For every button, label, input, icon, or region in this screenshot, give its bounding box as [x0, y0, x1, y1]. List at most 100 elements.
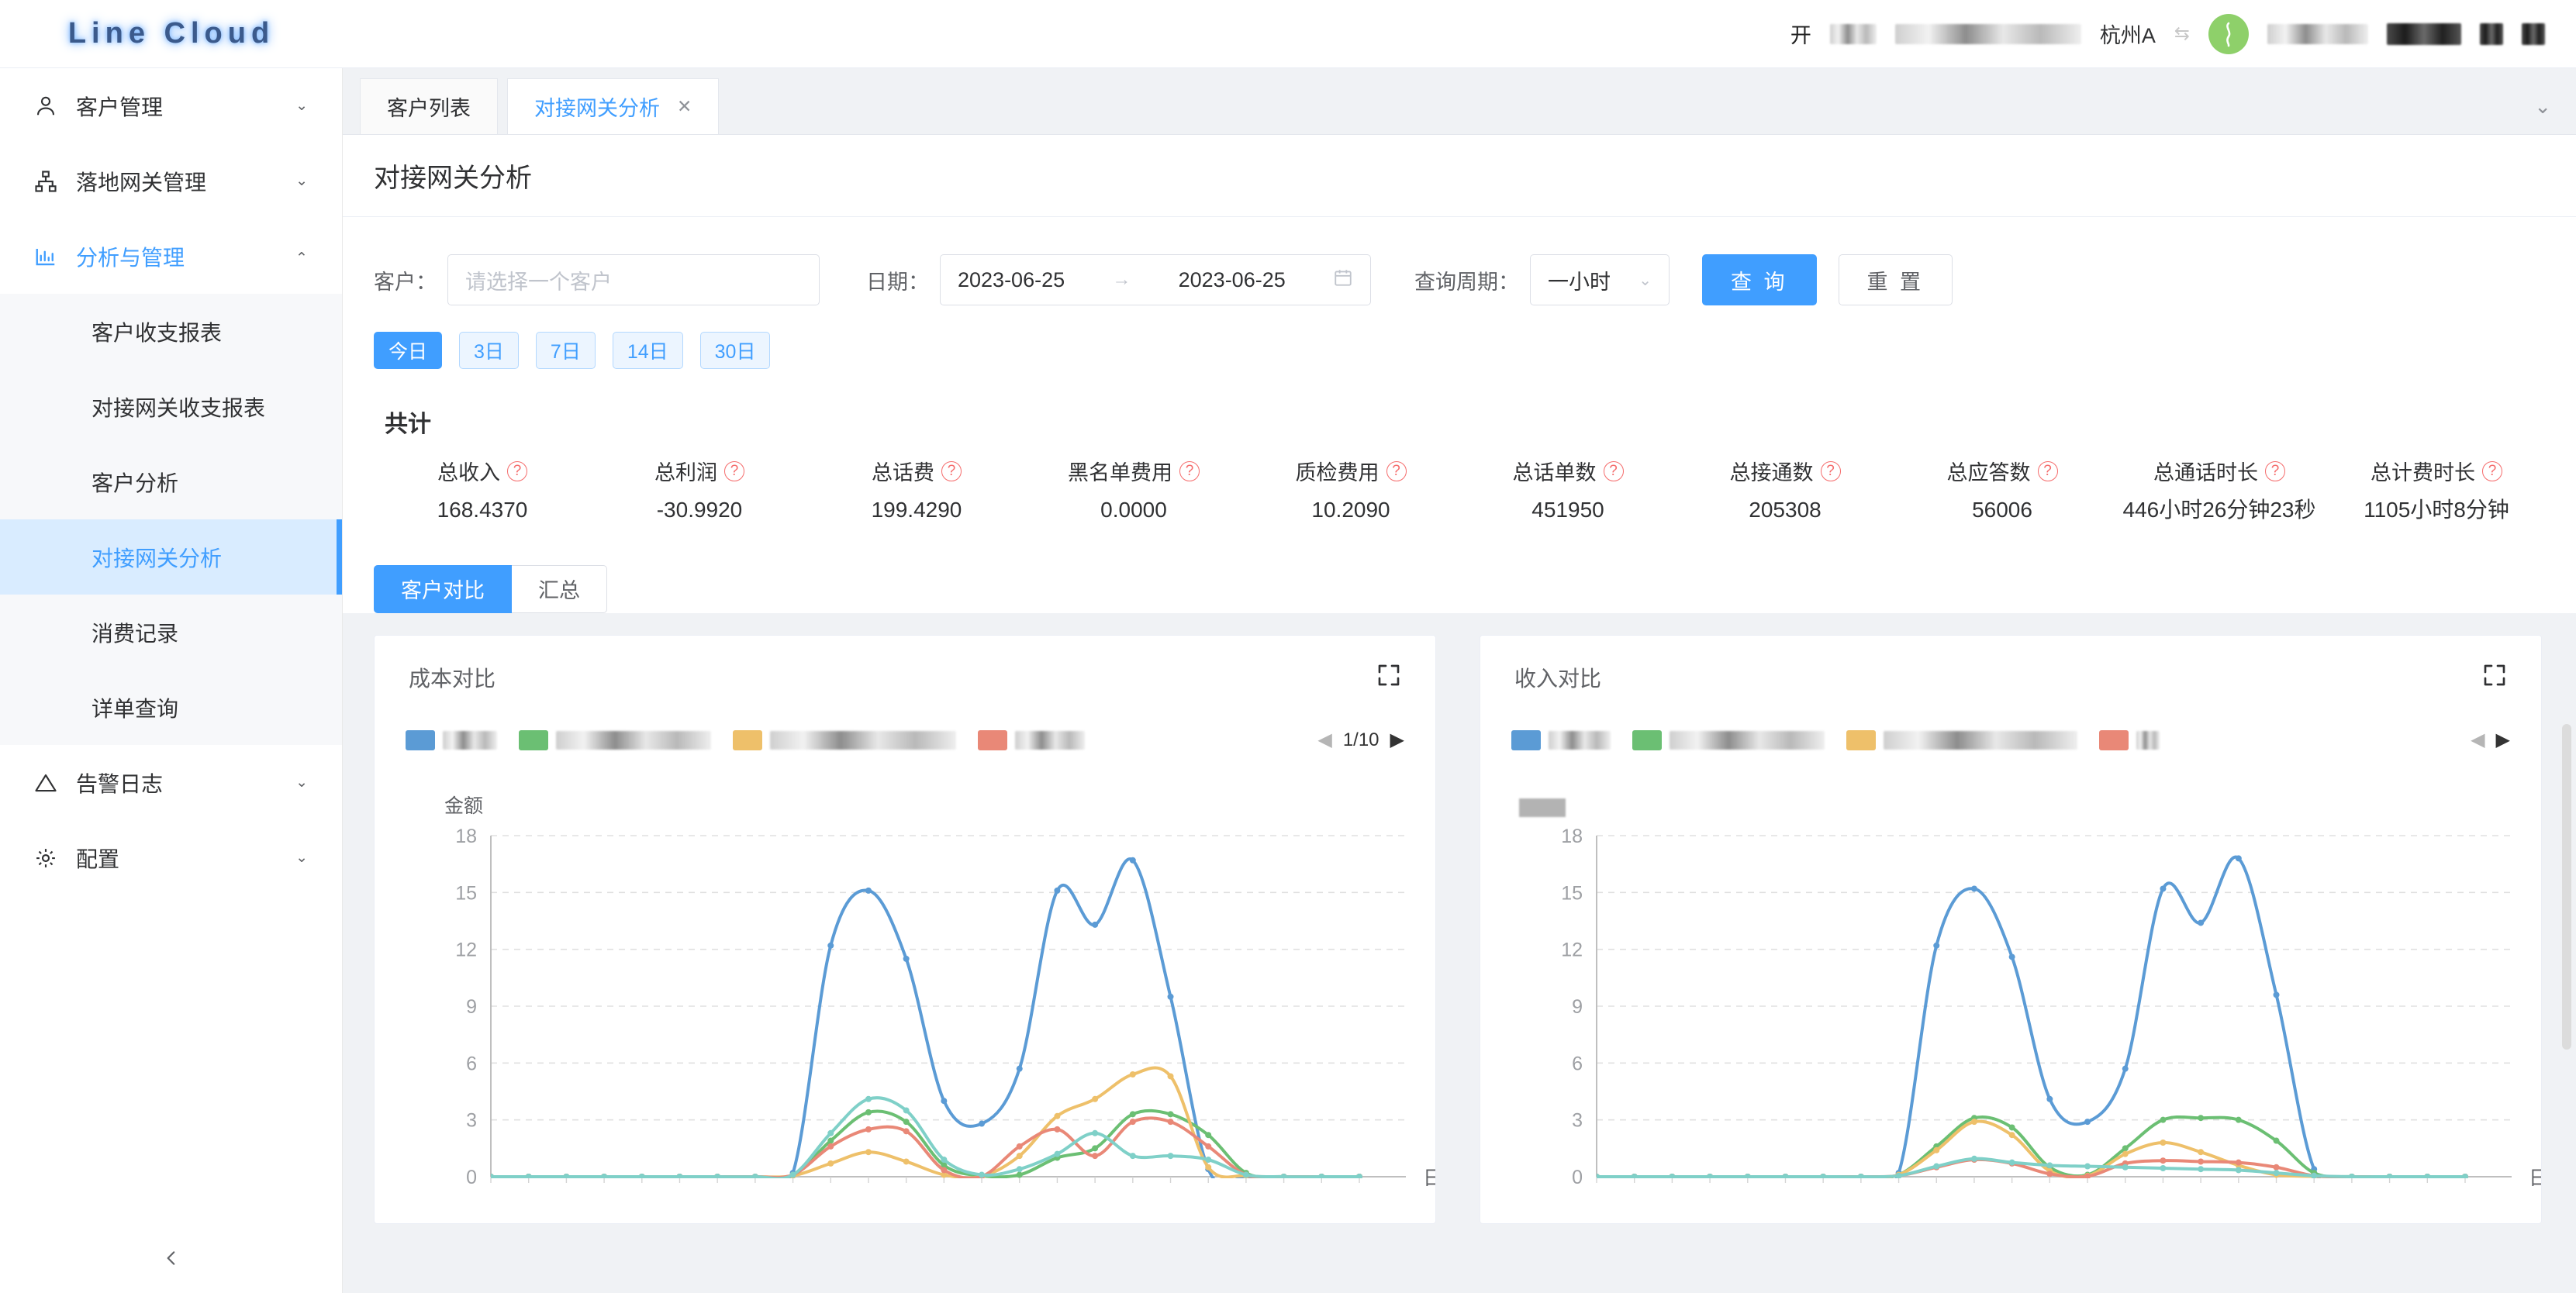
header-redacted-3 [2267, 23, 2368, 44]
sidebar-item-alarm-log[interactable]: 告警日志 ⌄ [0, 745, 342, 820]
legend-prev-button[interactable]: ◀ [2471, 729, 2484, 751]
card-title: 成本对比 [409, 666, 496, 691]
help-icon[interactable]: ? [1179, 460, 1200, 481]
legend-label-redacted [1670, 730, 1825, 750]
legend-prev-button[interactable]: ◀ [1317, 729, 1331, 751]
svg-text:12: 12 [1561, 939, 1583, 960]
legend-next-button[interactable]: ▶ [1390, 729, 1404, 751]
sidebar-item-detail-query[interactable]: 详单查询 [0, 670, 342, 745]
date-start-value[interactable]: 2023-06-25 [958, 268, 1065, 292]
svg-text:15: 15 [455, 882, 477, 904]
sidebar-sublabel: 对接网关收支报表 [92, 395, 266, 420]
period-select[interactable]: 一小时 ⌄ [1530, 254, 1670, 305]
help-icon[interactable]: ? [1386, 460, 1407, 481]
reset-button[interactable]: 重 置 [1838, 254, 1953, 305]
expand-icon[interactable] [2482, 663, 2507, 691]
arrow-right-icon: → [1112, 269, 1131, 290]
quick-range-3d[interactable]: 3日 [459, 332, 519, 369]
sidebar-sublabel: 消费记录 [92, 621, 179, 646]
sidebar-item-consumption-record[interactable]: 消费记录 [0, 595, 342, 670]
legend-item[interactable] [1632, 729, 1825, 750]
quick-range-today[interactable]: 今日 [374, 332, 443, 369]
customer-placeholder: 请选择一个客户 [465, 270, 612, 294]
sidebar-item-landing-gateway-management[interactable]: 落地网关管理 ⌄ [0, 143, 342, 219]
chart-icon [34, 245, 70, 268]
region-selector-label[interactable]: 杭州A [2100, 19, 2156, 49]
close-icon[interactable]: ✕ [677, 96, 692, 117]
legend-label-redacted [443, 730, 497, 750]
help-icon[interactable]: ? [2037, 460, 2058, 481]
quick-range-14d[interactable]: 14日 [612, 332, 683, 369]
page-content: 对接网关分析 客户： 请选择一个客户 日期： 2023-06-25 → 2023… [343, 135, 2576, 1293]
legend-swatch [519, 729, 548, 750]
sidebar-item-customer-analysis[interactable]: 客户分析 [0, 444, 342, 519]
expand-icon[interactable] [1376, 663, 1401, 691]
stat-label: 质检费用? [1242, 456, 1459, 486]
sidebar-item-configuration[interactable]: 配置 ⌄ [0, 820, 342, 895]
stat-value: 1105小时8分钟 [2364, 498, 2509, 522]
help-icon[interactable]: ? [941, 460, 962, 481]
help-icon[interactable]: ? [2265, 460, 2285, 481]
legend-label-redacted [1884, 730, 2077, 750]
legend-item[interactable] [733, 729, 956, 750]
sidebar-item-gateway-income-report[interactable]: 对接网关收支报表 [0, 369, 342, 444]
date-end-value[interactable]: 2023-06-25 [1179, 268, 1286, 292]
legend-item[interactable] [978, 729, 1085, 750]
tab-label: 客户列表 [387, 97, 471, 120]
stat-label: 总应答数? [1894, 456, 2111, 486]
calendar-icon[interactable] [1333, 267, 1353, 293]
stat-label: 总通话时长? [2111, 456, 2328, 486]
query-button[interactable]: 查 询 [1702, 254, 1817, 305]
stats-grid: 总收入? 168.4370 总利润? -30.9920 总话费? 199.4290 黑名单费… [374, 439, 2545, 525]
sidebar-item-customer-income-report[interactable]: 客户收支报表 [0, 294, 342, 369]
swap-icon[interactable]: ⇆ [2174, 22, 2190, 45]
chart-tab-summary[interactable]: 汇总 [512, 564, 607, 613]
date-range-picker[interactable]: 2023-06-25 → 2023-06-25 [940, 254, 1371, 305]
chart-tab-customer-compare[interactable]: 客户对比 [374, 564, 512, 613]
stat-label: 总话单数? [1459, 456, 1676, 486]
help-icon[interactable]: ? [2482, 460, 2502, 481]
sidebar-item-customer-management[interactable]: 客户管理 ⌄ [0, 68, 342, 143]
legend-item[interactable] [406, 729, 497, 750]
sidebar-sublabel: 客户收支报表 [92, 320, 223, 345]
date-filter-label: 日期： [866, 270, 929, 294]
avatar[interactable] [2208, 13, 2249, 54]
help-icon[interactable]: ? [1603, 460, 1624, 481]
sidebar-item-gateway-analysis[interactable]: 对接网关分析 [0, 519, 342, 595]
card-header: 收入对比 [1480, 636, 2541, 719]
chevron-down-icon[interactable]: ⌄ [2534, 95, 2576, 134]
header-user-text: 开 [1790, 24, 1811, 47]
stat-value: 56006 [1972, 498, 2032, 522]
page-scrollbar[interactable] [2562, 724, 2571, 1050]
stat-label-text: 总计费时长 [2371, 461, 2475, 484]
tab-customer-list[interactable]: 客户列表 [360, 78, 498, 134]
period-filter-label: 查询周期： [1414, 270, 1519, 294]
legend-item[interactable] [1511, 729, 1611, 750]
stat-cell: 总通话时长? 446小时26分钟23秒 [2111, 456, 2328, 525]
header-redacted-2 [1894, 23, 2081, 44]
stat-cell: 总话单数? 451950 [1459, 456, 1676, 525]
sidebar-sublabel: 详单查询 [92, 696, 179, 721]
quick-range-7d[interactable]: 7日 [535, 332, 596, 369]
sidebar-collapse-button[interactable] [0, 1223, 343, 1293]
sidebar-item-analysis-management[interactable]: 分析与管理 ⌄ [0, 219, 342, 294]
help-icon[interactable]: ? [724, 460, 744, 481]
legend-item[interactable] [519, 729, 711, 750]
legend-item[interactable] [1846, 729, 2077, 750]
tab-gateway-analysis[interactable]: 对接网关分析 ✕ [507, 78, 720, 134]
help-icon[interactable]: ? [1820, 460, 1841, 481]
legend-next-button[interactable]: ▶ [2496, 729, 2510, 751]
stat-cell: 总计费时长? 1105小时8分钟 [2328, 456, 2545, 525]
quick-range-30d[interactable]: 30日 [699, 332, 771, 369]
header-redacted-5 [2480, 22, 2503, 45]
card-header: 成本对比 [375, 636, 1435, 719]
customer-select[interactable]: 请选择一个客户 [447, 254, 820, 305]
gear-icon [34, 846, 70, 870]
sidebar-label: 分析与管理 [76, 245, 185, 270]
legend-item[interactable] [2099, 729, 2160, 750]
legend-label-redacted [1549, 730, 1611, 750]
help-icon[interactable]: ? [507, 460, 527, 481]
stat-value: 10.2090 [1311, 498, 1390, 522]
nav-group-customer: 客户管理 ⌄ [0, 68, 342, 143]
stat-cell: 总话费? 199.4290 [808, 456, 1025, 525]
